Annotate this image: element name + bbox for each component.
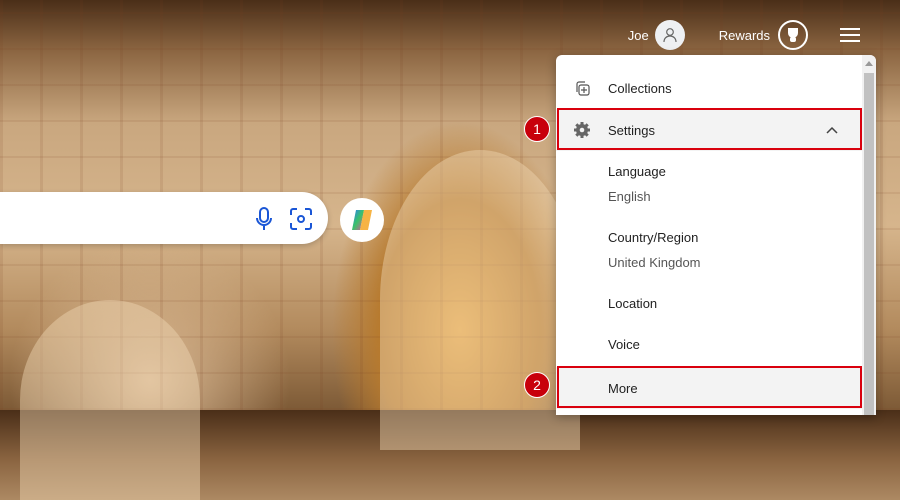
user-name[interactable]: Joe: [628, 28, 649, 43]
collections-label: Collections: [608, 80, 672, 96]
copilot-icon: [352, 210, 372, 230]
collections-icon: [556, 79, 608, 97]
menu-item-location[interactable]: Location: [608, 296, 657, 311]
microphone-icon[interactable]: [255, 207, 273, 231]
scrollbar[interactable]: [862, 55, 876, 415]
background-arch: [20, 300, 200, 500]
more-highlight-box: [557, 366, 862, 408]
region-value: United Kingdom: [608, 255, 701, 270]
step-badge-2: 2: [524, 372, 550, 398]
rewards-link[interactable]: Rewards: [719, 28, 770, 43]
menu-item-language[interactable]: Language English: [608, 164, 666, 204]
user-icon: [663, 28, 677, 43]
menu-item-collections[interactable]: Collections: [556, 75, 862, 101]
search-box[interactable]: [0, 192, 328, 244]
language-value: English: [608, 189, 651, 204]
scroll-up-arrow-icon[interactable]: [865, 60, 873, 66]
region-label: Country/Region: [608, 230, 699, 245]
top-bar: Joe Rewards: [628, 18, 900, 52]
settings-highlight-box: [557, 108, 862, 150]
background-arch: [380, 150, 580, 450]
step-badge-1: 1: [524, 116, 550, 142]
copilot-button[interactable]: [340, 198, 384, 242]
menu-item-voice[interactable]: Voice: [608, 337, 640, 352]
settings-dropdown-menu: Collections Settings Language English Co…: [556, 55, 876, 415]
language-label: Language: [608, 164, 666, 179]
avatar[interactable]: [654, 20, 685, 50]
hamburger-menu-icon[interactable]: [840, 24, 860, 46]
menu-item-country-region[interactable]: Country/Region United Kingdom: [608, 230, 701, 270]
trophy-icon[interactable]: [778, 20, 808, 50]
visual-search-icon[interactable]: [289, 207, 313, 231]
scrollbar-thumb[interactable]: [864, 73, 874, 415]
